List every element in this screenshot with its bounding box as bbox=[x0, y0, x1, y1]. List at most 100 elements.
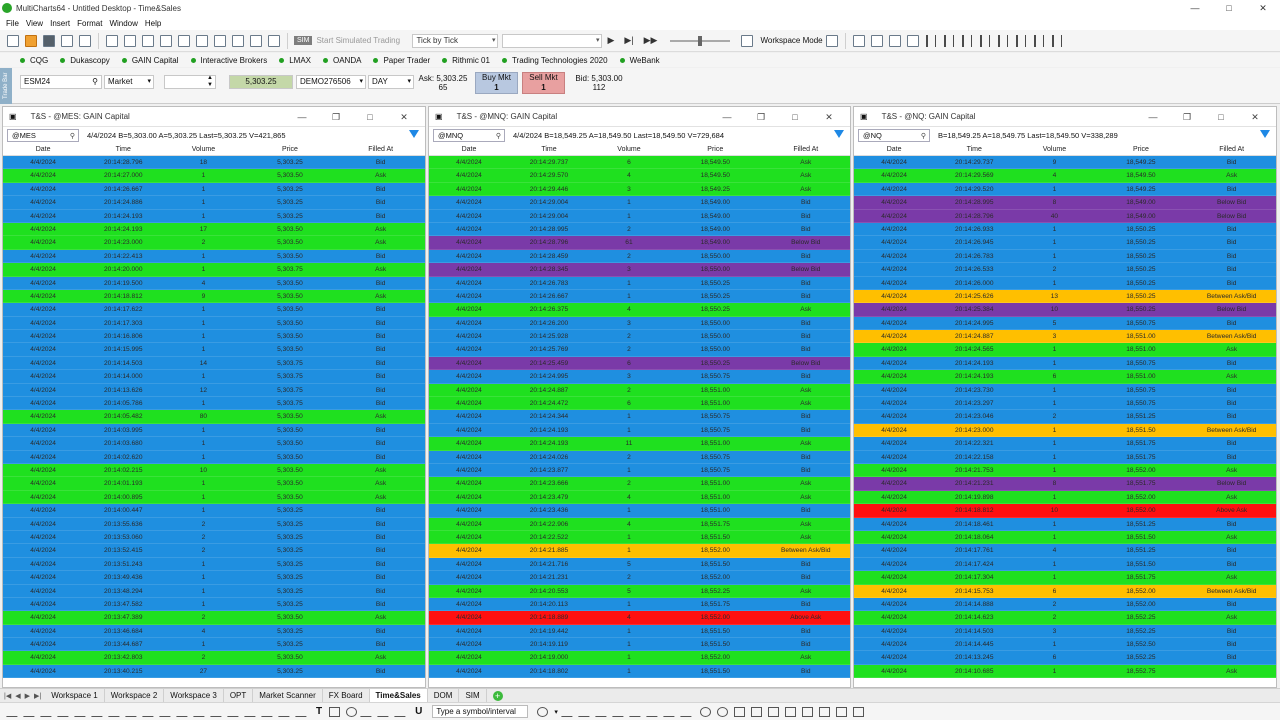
rectangle-icon[interactable] bbox=[329, 706, 341, 717]
table-row[interactable]: 4/4/2024 20:14:23.877 1 18,550.75 Bid bbox=[429, 463, 850, 478]
filter-icon[interactable] bbox=[834, 130, 844, 138]
table-row[interactable]: 4/4/2024 20:14:27.000 1 5,303.50 Ask bbox=[3, 169, 425, 183]
scroll-right-icon[interactable] bbox=[611, 706, 629, 717]
broker-oanda[interactable]: OANDA bbox=[323, 56, 361, 65]
tab-dom[interactable]: DOM bbox=[428, 689, 460, 702]
table-row[interactable]: 4/4/2024 20:13:52.415 2 5,303.25 Bid bbox=[3, 544, 425, 558]
broker-paper-trader[interactable]: Paper Trader bbox=[373, 56, 430, 65]
table-row[interactable]: 4/4/2024 20:14:14.623 2 18,552.25 Ask bbox=[854, 611, 1276, 625]
table-row[interactable]: 4/4/2024 20:14:17.424 1 18,551.50 Bid bbox=[854, 557, 1276, 572]
backtest-icon[interactable] bbox=[196, 34, 208, 47]
table-row[interactable]: 4/4/2024 20:14:24.995 5 18,550.75 Bid bbox=[854, 316, 1276, 331]
broker-cqg[interactable]: CQG bbox=[20, 56, 48, 65]
menu-window[interactable]: Window bbox=[109, 19, 137, 28]
table-row[interactable]: 4/4/2024 20:14:22.158 1 18,551.75 Bid bbox=[854, 450, 1276, 464]
menu-help[interactable]: Help bbox=[145, 19, 161, 28]
tif-select[interactable]: DAY ▾ bbox=[368, 75, 414, 89]
table-row[interactable]: 4/4/2024 20:14:26.667 1 18,550.25 Bid bbox=[429, 289, 850, 304]
share-icon[interactable] bbox=[767, 706, 779, 717]
options-icon[interactable] bbox=[214, 34, 226, 47]
table-row[interactable]: 4/4/2024 20:14:21.753 1 18,552.00 Ask bbox=[854, 463, 1276, 478]
table-row[interactable]: 4/4/2024 20:14:22.906 4 18,551.75 Ask bbox=[429, 517, 850, 531]
ray-icon[interactable] bbox=[40, 706, 57, 717]
table-row[interactable]: 4/4/2024 20:14:29.004 1 18,549.00 Bid bbox=[429, 196, 850, 210]
new-chart-icon[interactable] bbox=[106, 34, 118, 47]
broker-dukascopy[interactable]: Dukascopy bbox=[60, 56, 110, 65]
table-row[interactable]: 4/4/2024 20:14:23.046 2 18,551.25 Bid bbox=[854, 410, 1276, 424]
table-row[interactable]: 4/4/2024 20:14:17.761 4 18,551.25 Bid bbox=[854, 544, 1276, 558]
lock-icon[interactable] bbox=[818, 706, 830, 717]
table-row[interactable]: 4/4/2024 20:14:24.565 1 18,551.00 Ask bbox=[854, 343, 1276, 357]
table-row[interactable]: 4/4/2024 20:14:21.231 2 18,552.00 Bid bbox=[429, 571, 850, 585]
table-row[interactable]: 4/4/2024 20:14:14.000 1 5,303.75 Bid bbox=[3, 370, 425, 384]
table-row[interactable]: 4/4/2024 20:14:29.520 1 18,549.25 Bid bbox=[854, 182, 1276, 197]
table-row[interactable]: 4/4/2024 20:14:18.889 4 18,552.00 Above Ask bbox=[429, 611, 850, 625]
table-row[interactable]: 4/4/2024 20:14:25.769 2 18,550.00 Bid bbox=[429, 343, 850, 357]
table-row[interactable]: 4/4/2024 20:14:29.004 1 18,549.00 Bid bbox=[429, 209, 850, 223]
line-chart-icon[interactable] bbox=[961, 34, 972, 47]
zoom-left-icon[interactable] bbox=[560, 706, 578, 717]
table-row[interactable]: 4/4/2024 20:14:20.000 1 5,303.75 Ask bbox=[3, 263, 425, 277]
replay-speed-slider[interactable] bbox=[670, 35, 731, 46]
table-row[interactable]: 4/4/2024 20:14:26.783 1 18,550.25 Bid bbox=[429, 276, 850, 290]
replay-date-select[interactable]: ▾ bbox=[502, 33, 603, 48]
table-row[interactable]: 4/4/2024 20:14:24.886 1 5,303.25 Bid bbox=[3, 196, 425, 210]
table-row[interactable]: 4/4/2024 20:14:13.245 6 18,552.25 Bid bbox=[854, 651, 1276, 665]
play-icon[interactable]: ▶ bbox=[607, 35, 614, 46]
vertical-line-icon[interactable] bbox=[91, 706, 108, 717]
table-row[interactable]: 4/4/2024 20:14:19.119 1 18,551.50 Bid bbox=[429, 638, 850, 652]
table-row[interactable]: 4/4/2024 20:14:26.667 1 5,303.25 Bid bbox=[3, 182, 425, 197]
table-row[interactable]: 4/4/2024 20:14:14.503 14 5,303.75 Bid bbox=[3, 356, 425, 371]
table-row[interactable]: 4/4/2024 20:14:19.000 1 18,552.00 Ask bbox=[429, 651, 850, 665]
add-workspace-icon[interactable]: + bbox=[492, 690, 503, 701]
fit-icon[interactable] bbox=[645, 706, 663, 717]
prev-tab-icon[interactable]: ◀ bbox=[15, 692, 20, 700]
table-row[interactable]: 4/4/2024 20:14:19.898 1 18,552.00 Ask bbox=[854, 490, 1276, 505]
table-row[interactable]: 4/4/2024 20:14:03.995 1 5,303.50 Bid bbox=[3, 423, 425, 438]
candlestick-icon[interactable] bbox=[943, 34, 954, 47]
andrews-pitchfork-icon[interactable] bbox=[159, 706, 176, 717]
table-row[interactable]: 4/4/2024 20:14:29.570 4 18,549.50 Ask bbox=[429, 169, 850, 183]
table-row[interactable]: 4/4/2024 20:14:29.569 4 18,549.50 Ask bbox=[854, 169, 1276, 183]
refresh-icon[interactable] bbox=[733, 706, 745, 717]
column-header-date[interactable]: Date bbox=[3, 143, 83, 155]
chevron-down-icon[interactable]: ▾ bbox=[554, 708, 558, 716]
price-range-icon[interactable] bbox=[295, 706, 312, 717]
table-row[interactable]: 4/4/2024 20:13:47.389 2 5,303.50 Ask bbox=[3, 611, 425, 625]
maximize-icon[interactable]: □ bbox=[1204, 112, 1238, 122]
table-row[interactable]: 4/4/2024 20:13:40.215 27 5,303.25 Bid bbox=[3, 664, 425, 679]
pan-icon[interactable] bbox=[628, 706, 646, 717]
tools-icon[interactable] bbox=[268, 34, 280, 47]
limit-price-field[interactable]: 5,303.25 bbox=[229, 75, 293, 89]
table-row[interactable]: 4/4/2024 20:13:48.294 1 5,303.25 Bid bbox=[3, 584, 425, 598]
quotemanager-icon[interactable] bbox=[232, 34, 244, 47]
table-row[interactable]: 4/4/2024 20:14:16.806 1 5,303.50 Bid bbox=[3, 330, 425, 344]
table-row[interactable]: 4/4/2024 20:14:23.730 1 18,550.75 Bid bbox=[854, 383, 1276, 398]
table-row[interactable]: 4/4/2024 20:13:47.582 1 5,303.25 Bid bbox=[3, 597, 425, 612]
table-row[interactable]: 4/4/2024 20:14:28.459 2 18,550.00 Bid bbox=[429, 249, 850, 264]
table-row[interactable]: 4/4/2024 20:14:21.716 5 18,551.50 Bid bbox=[429, 557, 850, 572]
tab-market-scanner[interactable]: Market Scanner bbox=[253, 689, 323, 702]
scroll-left-icon[interactable] bbox=[594, 706, 612, 717]
symbol-search-input[interactable]: @MES ⚲ bbox=[7, 128, 79, 142]
restore-icon[interactable]: ❐ bbox=[744, 112, 778, 123]
tab-time-and-sales[interactable]: Time&Sales bbox=[369, 689, 428, 702]
chart-scale-icon[interactable] bbox=[679, 706, 697, 717]
ellipse-icon[interactable] bbox=[346, 706, 358, 717]
new-icon[interactable] bbox=[7, 34, 19, 47]
broker-trading-technologies[interactable]: Trading Technologies 2020 bbox=[501, 56, 608, 65]
table-row[interactable]: 4/4/2024 20:13:42.803 2 5,303.50 Ask bbox=[3, 651, 425, 665]
close-icon[interactable]: ✕ bbox=[387, 112, 421, 123]
table-row[interactable]: 4/4/2024 20:14:24.995 3 18,550.75 Bid bbox=[429, 370, 850, 384]
tab-workspace-1[interactable]: Workspace 1 bbox=[45, 689, 105, 702]
table-row[interactable]: 4/4/2024 20:13:44.687 1 5,303.25 Bid bbox=[3, 638, 425, 652]
column-header-filled-at[interactable]: Filled At bbox=[762, 143, 850, 155]
close-icon[interactable]: ✕ bbox=[1238, 112, 1272, 123]
zoom-out-icon[interactable] bbox=[716, 706, 728, 717]
first-tab-icon[interactable]: |◀ bbox=[4, 692, 11, 700]
table-row[interactable]: 4/4/2024 20:14:24.887 2 18,551.00 Ask bbox=[429, 383, 850, 398]
speed-lines-icon[interactable] bbox=[210, 706, 227, 717]
column-header-volume[interactable]: Volume bbox=[589, 143, 669, 155]
table-row[interactable]: 4/4/2024 20:14:28.796 40 18,549.00 Below Bid bbox=[854, 209, 1276, 223]
print-icon[interactable] bbox=[61, 34, 73, 47]
